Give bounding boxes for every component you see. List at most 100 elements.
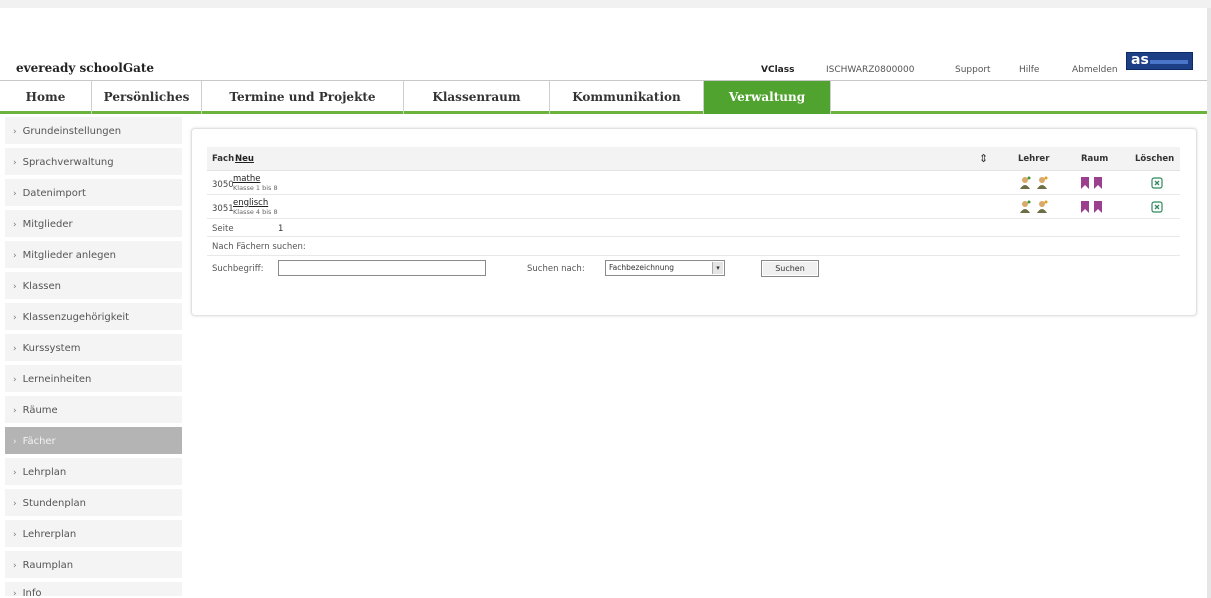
sidebar-item-teacher-plan[interactable]: › Lehrerplan [5, 520, 182, 549]
sidebar-item-label: Sprachverwaltung [22, 157, 114, 168]
sidebar-item-room-plan[interactable]: › Raumplan [5, 551, 182, 580]
teacher-add-icon[interactable] [1036, 176, 1048, 190]
sidebar-item-info[interactable]: › Info [5, 582, 182, 598]
sidebar-item-subjects[interactable]: › Fächer [5, 427, 182, 456]
chevron-right-icon: › [13, 282, 17, 292]
user-id: ISCHWARZ0800000 [826, 65, 915, 75]
search-heading: Nach Fächern suchen: [212, 242, 306, 252]
table-row: 3050 mathe Klasse 1 bis 8 [207, 173, 1180, 195]
chevron-right-icon: › [13, 406, 17, 416]
chevron-right-icon: › [13, 313, 17, 323]
chevron-down-icon[interactable]: ▾ [712, 262, 723, 274]
sidebar-item-label: Klassenzugehörigkeit [22, 312, 130, 323]
subject-classes: Klasse 4 bis 8 [233, 208, 278, 216]
sidebar-item-learning-units[interactable]: › Lerneinheiten [5, 365, 182, 394]
search-by-label: Suchen nach: [527, 264, 585, 274]
sidebar-item-create-members[interactable]: › Mitglieder anlegen [5, 241, 182, 270]
scrollbar[interactable] [1207, 8, 1211, 598]
sidebar-item-label: Kurssystem [22, 343, 81, 354]
chevron-right-icon: › [13, 437, 17, 447]
subject-name-link[interactable]: mathe [233, 174, 260, 184]
sidebar-item-label: Mitglieder [22, 219, 73, 230]
page-number[interactable]: 1 [278, 224, 283, 234]
col-teacher-header: Lehrer [1018, 154, 1050, 164]
chevron-right-icon: › [13, 189, 17, 199]
header: eveready schoolGate VClass ISCHWARZ08000… [0, 8, 1207, 78]
sidebar-item-class-membership[interactable]: › Klassenzugehörigkeit [5, 303, 182, 332]
chevron-right-icon: › [13, 251, 17, 261]
room-icon[interactable] [1079, 200, 1091, 214]
sidebar-item-members[interactable]: › Mitglieder [5, 210, 182, 239]
col-delete-header: Löschen [1135, 154, 1175, 164]
sidebar-item-label: Raumplan [22, 560, 74, 571]
chevron-right-icon: › [13, 589, 17, 598]
sidebar-item-data-import[interactable]: › Datenimport [5, 179, 182, 208]
tab-dates-projects[interactable]: Termine und Projekte [202, 81, 404, 114]
sidebar-item-label: Lehrerplan [22, 529, 77, 540]
search-heading-row: Nach Fächern suchen: [207, 238, 1180, 256]
tab-home[interactable]: Home [0, 81, 92, 114]
subject-classes: Klasse 1 bis 8 [233, 184, 278, 192]
room-icon[interactable] [1079, 176, 1091, 190]
subject-number: 3051 [212, 204, 234, 214]
sidebar-item-label: Mitglieder anlegen [22, 250, 117, 261]
tab-divider [830, 81, 831, 114]
col-room-header: Raum [1081, 154, 1109, 164]
tab-classroom[interactable]: Klassenraum [404, 81, 550, 114]
app-title: eveready schoolGate [16, 61, 155, 75]
search-by-value: Fachbezeichnung [609, 263, 675, 272]
search-button[interactable]: Suchen [761, 260, 819, 277]
sidebar-item-classes[interactable]: › Klassen [5, 272, 182, 301]
search-by-select[interactable]: Fachbezeichnung ▾ [605, 260, 725, 276]
sidebar-item-label: Klassen [22, 281, 61, 292]
vclass-link[interactable]: VClass [761, 65, 794, 75]
chevron-right-icon: › [13, 561, 17, 571]
teacher-add-icon[interactable] [1036, 200, 1048, 214]
tab-communication[interactable]: Kommunikation [550, 81, 704, 114]
sidebar-item-timetable[interactable]: › Stundenplan [5, 489, 182, 518]
sort-icon[interactable]: ⇕ [979, 152, 988, 165]
subject-name-link[interactable]: englisch [233, 198, 268, 208]
sidebar-item-basic-settings[interactable]: › Grundeinstellungen [5, 117, 182, 146]
teacher-icon[interactable] [1019, 176, 1031, 190]
sidebar-item-rooms[interactable]: › Räume [5, 396, 182, 425]
search-input[interactable] [278, 260, 486, 276]
sidebar-item-label: Lerneinheiten [22, 374, 92, 385]
sidebar: › Grundeinstellungen › Sprachverwaltung › D… [0, 117, 182, 598]
help-link[interactable]: Hilfe [1019, 65, 1039, 75]
chevron-right-icon: › [13, 127, 17, 137]
page: eveready schoolGate VClass ISCHWARZ08000… [0, 8, 1207, 598]
sidebar-item-label: Datenimport [22, 188, 86, 199]
logo-tag [1150, 60, 1188, 64]
chevron-right-icon: › [13, 530, 17, 540]
sidebar-item-label: Stundenplan [22, 498, 86, 509]
sidebar-item-label: Grundeinstellungen [22, 126, 122, 137]
support-link[interactable]: Support [955, 65, 991, 75]
subject-number: 3050 [212, 180, 234, 190]
sidebar-item-language[interactable]: › Sprachverwaltung [5, 148, 182, 177]
main-nav: Home Persönliches Termine und Projekte K… [0, 80, 1207, 114]
sidebar-item-label: Info [22, 588, 42, 598]
chevron-right-icon: › [13, 158, 17, 168]
new-subject-link[interactable]: Neu [235, 154, 254, 164]
chevron-right-icon: › [13, 375, 17, 385]
delete-icon[interactable] [1151, 176, 1163, 190]
tab-administration[interactable]: Verwaltung [704, 81, 830, 114]
sidebar-item-label: Lehrplan [22, 467, 67, 478]
room-add-icon[interactable] [1092, 176, 1104, 190]
delete-icon[interactable] [1151, 200, 1163, 214]
table-header: Fach Neu ⇕ Lehrer Raum Löschen [207, 147, 1180, 171]
sidebar-item-label: Fächer [22, 436, 56, 447]
brand-logo: as [1126, 52, 1193, 70]
sidebar-item-course-system[interactable]: › Kurssystem [5, 334, 182, 363]
paging-row: Seite 1 [207, 221, 1180, 237]
table-row: 3051 englisch Klasse 4 bis 8 [207, 197, 1180, 219]
room-add-icon[interactable] [1092, 200, 1104, 214]
teacher-icon[interactable] [1019, 200, 1031, 214]
logout-link[interactable]: Abmelden [1072, 65, 1118, 75]
tab-personal[interactable]: Persönliches [92, 81, 202, 114]
subjects-panel: Fach Neu ⇕ Lehrer Raum Löschen 3050 math… [191, 128, 1197, 316]
chevron-right-icon: › [13, 220, 17, 230]
sidebar-item-curriculum[interactable]: › Lehrplan [5, 458, 182, 487]
chevron-right-icon: › [13, 468, 17, 478]
